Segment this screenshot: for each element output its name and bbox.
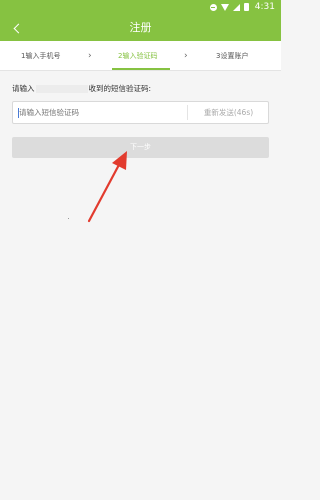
arrow-shaft [87,159,123,223]
verification-prompt: 请输入 收到的短信验证码: [12,82,151,96]
do-not-disturb-icon [209,3,217,11]
step-1-label: 1输入手机号 [21,52,61,60]
signal-icon [232,3,240,11]
code-input-box: 重新发送(46s) [12,101,269,124]
status-bar: 4:31 [0,0,281,14]
red-arrow-annotation [87,151,127,223]
prompt-suffix: 收到的短信验证码: [88,84,152,93]
wifi-icon [220,3,229,11]
resend-code-button[interactable]: 重新发送(46s) [188,102,269,123]
sms-code-input[interactable] [13,102,187,123]
header-bar: 注册 [0,14,281,41]
step-indicator: 1输入手机号 › 2输入验证码 › 3设置账户 [0,41,281,71]
page-title: 注册 [129,21,152,34]
next-step-button[interactable]: 下一步 [12,137,269,158]
text-cursor [18,108,19,118]
active-step-underline [112,68,170,70]
stray-dot [68,218,69,219]
chevron-right-icon: › [184,51,188,61]
step-3-label: 3设置账户 [216,52,249,60]
chevron-right-icon: › [88,51,92,61]
battery-icon [243,3,249,11]
step-2-label: 2输入验证码 [118,52,158,60]
prompt-prefix: 请输入 [12,84,35,93]
status-time: 4:31 [254,2,275,12]
masked-phone-number [35,85,88,93]
